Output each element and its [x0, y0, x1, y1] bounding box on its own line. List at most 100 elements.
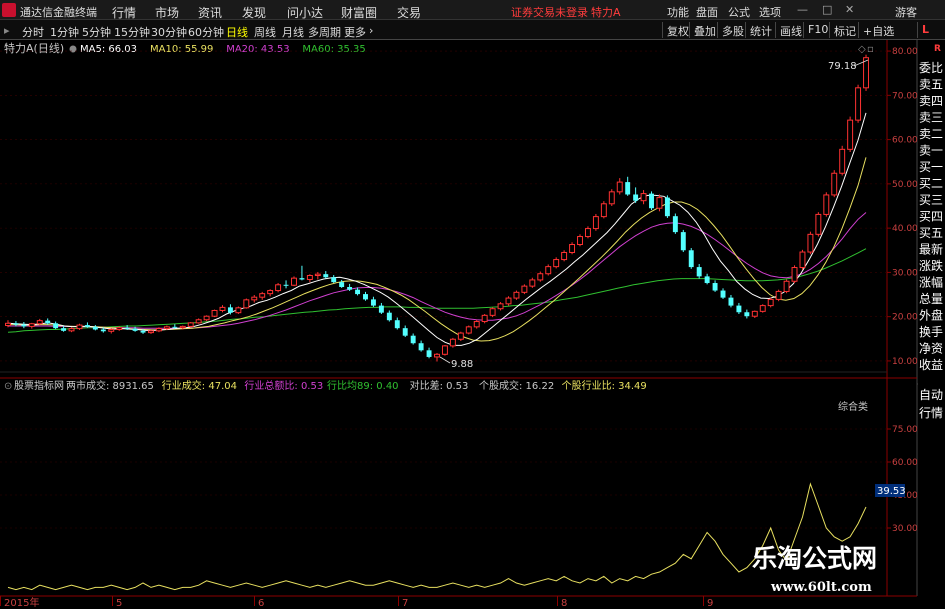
period-5min[interactable]: 5分钟: [82, 24, 111, 40]
candle-body: [600, 203, 607, 218]
user-label[interactable]: 游客: [895, 4, 917, 20]
login-status[interactable]: 证券交易未登录: [511, 4, 588, 20]
candle-body: [21, 324, 27, 327]
period-daily[interactable]: 日线: [226, 24, 248, 40]
tool-stats[interactable]: 统计: [745, 22, 776, 38]
tool-f10[interactable]: F10: [803, 22, 832, 38]
period-15min[interactable]: 15分钟: [114, 24, 150, 40]
candle-body: [243, 299, 250, 309]
menu-quotes[interactable]: 行情: [112, 4, 136, 21]
y-tick-label: 70.00: [892, 91, 918, 101]
candle: [418, 340, 424, 352]
candle: [187, 321, 194, 328]
menu-board[interactable]: 盘面: [696, 4, 718, 20]
menu-discover[interactable]: 发现: [242, 4, 266, 21]
tool-add-watchlist[interactable]: +自选: [858, 22, 898, 38]
minimize-icon[interactable]: —: [797, 3, 808, 16]
candle-body: [434, 353, 440, 358]
candle-body: [633, 194, 639, 201]
candle-body: [187, 322, 194, 327]
menu-ask-xiaoda[interactable]: 问小达: [287, 4, 323, 21]
close-icon[interactable]: ✕: [845, 3, 854, 16]
panel-menu-icon[interactable]: ▫: [867, 44, 874, 55]
right-panel-item[interactable]: 净资: [919, 342, 943, 356]
candle-body: [291, 277, 297, 286]
menu-wealth-circle[interactable]: 财富圈: [341, 4, 377, 21]
menu-functions[interactable]: 功能: [667, 4, 689, 20]
candle-body: [61, 328, 67, 331]
maximize-icon[interactable]: □: [822, 3, 832, 16]
menu-trade[interactable]: 交易: [397, 4, 421, 21]
low-pointer: [439, 356, 451, 364]
candle: [259, 291, 266, 300]
period-multi[interactable]: 多周期: [308, 24, 341, 40]
period-1min[interactable]: 1分钟: [50, 24, 79, 40]
candle-body: [227, 307, 233, 313]
candle-body: [521, 285, 528, 293]
right-panel-item[interactable]: 最新: [919, 242, 943, 257]
diamond-icon[interactable]: ◇: [858, 44, 866, 55]
right-panel-item[interactable]: 卖五: [919, 78, 943, 92]
tool-overlay[interactable]: 叠加: [689, 22, 720, 38]
right-panel-item[interactable]: 卖二: [919, 127, 943, 141]
candle-body: [473, 321, 480, 328]
candle: [92, 325, 98, 331]
indicator-collapse-icon[interactable]: ⊙: [4, 381, 12, 392]
right-panel-item[interactable]: 委比: [919, 61, 943, 75]
candle-body: [457, 332, 464, 340]
right-panel-item[interactable]: 卖三: [919, 111, 943, 125]
more-arrow-icon[interactable]: ›: [369, 24, 373, 37]
menu-options[interactable]: 选项: [759, 4, 781, 20]
collapse-icon[interactable]: ▸: [4, 24, 10, 37]
candle-body: [314, 273, 321, 276]
right-panel-item[interactable]: 买二: [919, 177, 943, 191]
candle: [449, 337, 456, 348]
right-panel-bottom-item[interactable]: 自动: [919, 388, 943, 402]
candle: [203, 315, 210, 322]
candle-body: [251, 296, 258, 301]
candle-body: [394, 320, 400, 329]
indicator-stat: 行比均89: 0.40: [327, 379, 399, 392]
right-panel-item[interactable]: 卖一: [919, 144, 943, 158]
legend-collapse-icon[interactable]: [69, 45, 77, 53]
menu-news[interactable]: 资讯: [198, 4, 222, 21]
right-panel-item[interactable]: 总量: [919, 292, 943, 306]
period-monthly[interactable]: 月线: [282, 24, 304, 40]
right-panel-item[interactable]: 换手: [919, 325, 943, 339]
right-panel-item[interactable]: 收益: [919, 358, 943, 372]
right-panel-item[interactable]: 买四: [919, 210, 943, 224]
period-more[interactable]: 更多: [344, 24, 366, 40]
candle: [815, 212, 822, 237]
right-panel-item[interactable]: 买三: [919, 193, 943, 207]
candle: [633, 187, 639, 203]
right-panel-item[interactable]: 涨幅: [919, 275, 943, 290]
candle-body: [275, 284, 282, 292]
candle-body: [179, 325, 186, 329]
sidebar-toggle-tag[interactable]: L: [917, 22, 933, 38]
right-panel-item[interactable]: 外盘: [919, 308, 943, 323]
right-panel-item[interactable]: 卖四: [919, 94, 943, 108]
period-intraday[interactable]: 分时: [22, 24, 44, 40]
menu-formula[interactable]: 公式: [728, 4, 750, 20]
x-tick-label: 9: [707, 598, 713, 609]
y-tick-label: 80.00: [892, 47, 918, 57]
right-panel-item[interactable]: 买一: [919, 160, 943, 174]
period-60min[interactable]: 60分钟: [188, 24, 224, 40]
y-tick-label: 75.00: [892, 425, 918, 435]
candle: [529, 277, 536, 288]
period-30min[interactable]: 30分钟: [151, 24, 187, 40]
candle: [649, 191, 654, 210]
candle-body: [5, 322, 11, 327]
tool-mark[interactable]: 标记: [829, 22, 860, 38]
tool-multi-stock[interactable]: 多股: [717, 22, 748, 38]
right-panel-item[interactable]: 买五: [919, 226, 943, 240]
candle: [521, 284, 528, 295]
candle-body: [449, 338, 456, 347]
tool-draw[interactable]: 画线: [775, 22, 806, 38]
right-panel-bottom-item[interactable]: 行情: [919, 406, 943, 420]
candle: [275, 283, 282, 293]
right-panel-item[interactable]: 涨跌: [919, 258, 943, 273]
period-weekly[interactable]: 周线: [254, 24, 276, 40]
candle-body: [363, 294, 368, 300]
menu-market[interactable]: 市场: [155, 4, 179, 21]
